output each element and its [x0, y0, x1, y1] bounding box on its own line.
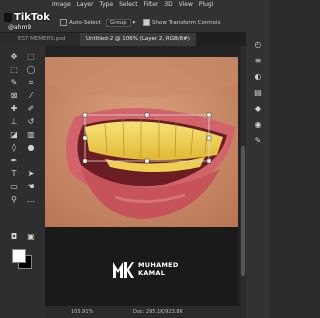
tiktok-watermark: TikTok @ahm9 [4, 12, 50, 31]
right-panel-dock: ◴ ≡ ◐ ▤ ◆ ◉ ✎ [246, 32, 270, 318]
rectangle-tool-icon[interactable]: ▭ [9, 182, 19, 192]
group-select-value[interactable]: Group [106, 19, 131, 27]
group-select[interactable]: Group ▾ [106, 19, 135, 27]
frame-tool-icon[interactable]: ⊠ [9, 91, 19, 101]
menu-image[interactable]: Image [52, 1, 71, 8]
tab-untitled-2[interactable]: Untitled-2 @ 106% (Layer 2, RGB/8#) [80, 33, 196, 46]
doc-size: Doc: 295.1K/923.8K [133, 309, 183, 315]
scrollbar-thumb[interactable] [241, 146, 245, 276]
dodge-tool-icon[interactable]: ● [26, 143, 36, 153]
menu-bar: Image Layer Type Select Filter 3D View P… [0, 0, 270, 10]
auto-select-label: Auto-Select [69, 20, 101, 26]
zoom-tool-icon[interactable]: ⚲ [9, 195, 19, 205]
auto-select-option[interactable]: Auto-Select [60, 19, 101, 26]
watermark-handle: @ahm9 [8, 24, 32, 31]
eraser-tool-icon[interactable]: ◪ [9, 130, 19, 140]
tools-panel: ✥ ⬚ ⬚ ◯ ✎ ⌗ ⊠ ⁄ ✚ ✐ ⊥ ↺ ◪ ▥ ◊ ● ✒ T ➤ ▭ … [0, 46, 45, 318]
options-bar: TikTok @ahm9 Auto-Select Group ▾ Show Tr… [0, 10, 270, 33]
healing-brush-tool-icon[interactable]: ✚ [9, 104, 19, 114]
move-tool-icon[interactable]: ✥ [9, 52, 19, 62]
watermark-app: TikTok [14, 12, 50, 23]
adjustments-panel-icon[interactable]: ◐ [253, 72, 263, 82]
menu-layer[interactable]: Layer [77, 1, 94, 8]
screen-mode-icon[interactable]: ▣ [26, 232, 36, 242]
quick-mask-icon[interactable]: ◘ [9, 232, 19, 242]
history-brush-tool-icon[interactable]: ↺ [26, 117, 36, 127]
more-tools-icon[interactable]: … [26, 195, 36, 205]
status-bar: 105.91% Doc: 295.1K/923.8K [45, 306, 246, 318]
menu-view[interactable]: View [179, 1, 193, 8]
brand-line-1: MUHAMED [138, 261, 179, 269]
clone-stamp-tool-icon[interactable]: ⊥ [9, 117, 19, 127]
menu-select[interactable]: Select [119, 1, 138, 8]
brush-tool-icon[interactable]: ✐ [26, 104, 36, 114]
quick-select-tool-icon[interactable]: ✎ [9, 78, 19, 88]
foreground-color-swatch[interactable] [12, 249, 26, 263]
brand-line-2: KAMAL [138, 269, 166, 277]
menu-type[interactable]: Type [99, 1, 113, 8]
show-transform-checkbox[interactable] [143, 19, 150, 26]
menu-plugins[interactable]: Plugi [199, 1, 214, 8]
hand-tool-icon[interactable]: ☚ [26, 182, 36, 192]
paths-panel-icon[interactable]: ✎ [253, 136, 263, 146]
auto-select-checkbox[interactable] [60, 19, 67, 26]
show-transform-option[interactable]: Show Transform Controls [143, 19, 220, 26]
crop-tool-icon[interactable]: ⌗ [26, 78, 36, 88]
properties-panel-icon[interactable]: ≡ [253, 56, 263, 66]
marquee-tool-icon[interactable]: ⬚ [9, 65, 19, 75]
lasso-tool-icon[interactable]: ◯ [26, 65, 36, 75]
path-select-tool-icon[interactable]: ➤ [26, 169, 36, 179]
menu-filter[interactable]: Filter [144, 1, 159, 8]
artboard-tool-icon[interactable]: ⬚ [26, 52, 36, 62]
document-image[interactable] [45, 57, 238, 227]
smile-photo [45, 57, 238, 227]
zoom-level[interactable]: 105.91% [71, 306, 93, 318]
tiktok-logo-icon [4, 12, 12, 22]
gradient-tool-icon[interactable]: ▥ [26, 130, 36, 140]
blur-tool-icon[interactable]: ◊ [9, 143, 19, 153]
type-tool-icon[interactable]: T [9, 169, 19, 179]
layers-panel-icon[interactable]: ◆ [253, 104, 263, 114]
eyedropper-tool-icon[interactable]: ⁄ [26, 91, 36, 101]
channels-panel-icon[interactable]: ◉ [253, 120, 263, 130]
mk-logo-icon [113, 262, 134, 278]
history-panel-icon[interactable]: ◴ [253, 40, 263, 50]
show-transform-label: Show Transform Controls [152, 20, 221, 26]
chevron-down-icon: ▾ [132, 20, 136, 26]
menu-3d[interactable]: 3D [164, 1, 172, 8]
tab-est-memers[interactable]: EST MEMERS.psd [12, 33, 80, 46]
document-tabs: EST MEMERS.psd Untitled-2 @ 106% (Layer … [12, 33, 270, 46]
pen-tool-icon[interactable]: ✒ [9, 156, 19, 166]
libraries-panel-icon[interactable]: ▤ [253, 88, 263, 98]
